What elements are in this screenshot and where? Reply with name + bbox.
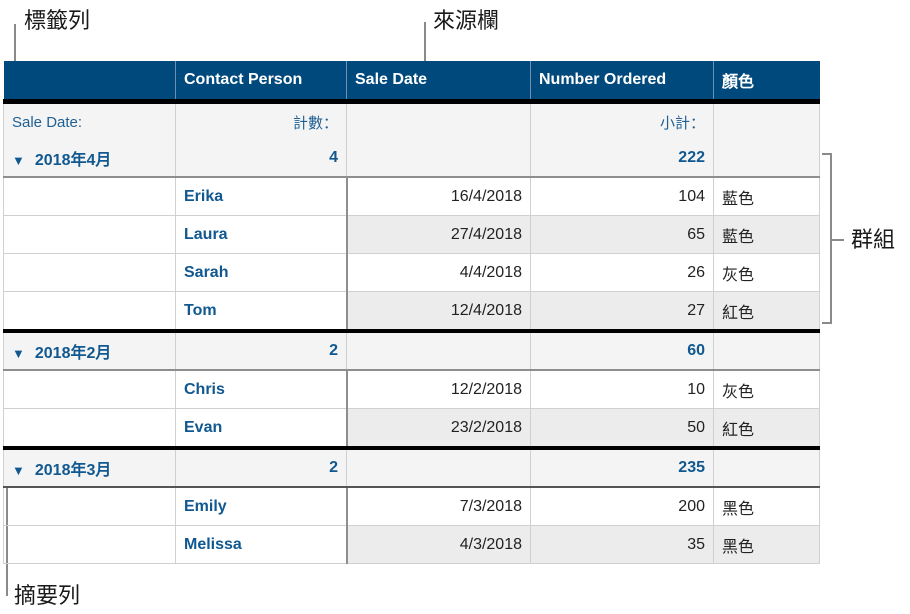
- summary-empty[interactable]: [346, 446, 531, 488]
- color-cell[interactable]: 灰色: [713, 253, 820, 292]
- number-ordered-cell[interactable]: 104: [530, 176, 714, 216]
- group-cell-empty[interactable]: [3, 253, 176, 292]
- table-row: Chris 12/2/2018 10 灰色: [3, 369, 820, 409]
- contact-person-cell[interactable]: Erika: [175, 176, 347, 216]
- group-subtotal[interactable]: 222: [530, 140, 714, 178]
- header-row: Contact Person Sale Date Number Ordered …: [3, 61, 820, 104]
- color-cell[interactable]: 黑色: [713, 486, 820, 526]
- label-group[interactable]: Sale Date:: [3, 101, 176, 140]
- disclosure-triangle-icon[interactable]: ▼: [12, 153, 25, 168]
- group-name: 2018年4月: [34, 152, 112, 169]
- group-bracket-bottom: [822, 322, 832, 324]
- color-cell[interactable]: 紅色: [713, 291, 820, 332]
- callout-summary-row: 摘要列: [14, 583, 81, 608]
- group-bracket-top: [822, 153, 832, 155]
- sale-date-cell[interactable]: 27/4/2018: [345, 215, 531, 254]
- label-empty[interactable]: [346, 101, 531, 140]
- summary-empty[interactable]: [346, 140, 531, 178]
- pivot-table: Contact Person Sale Date Number Ordered …: [3, 61, 820, 564]
- summary-row: ▼ 2018年2月 2 60: [3, 329, 820, 371]
- number-ordered-cell[interactable]: 35: [530, 525, 714, 564]
- sale-date-cell[interactable]: 16/4/2018: [345, 176, 531, 216]
- number-ordered-cell[interactable]: 26: [530, 253, 714, 292]
- contact-person-cell[interactable]: Chris: [175, 369, 347, 409]
- group-cell-empty[interactable]: [3, 486, 176, 526]
- contact-person-cell[interactable]: Sarah: [175, 253, 347, 292]
- number-ordered-cell[interactable]: 65: [530, 215, 714, 254]
- table-row: Sarah 4/4/2018 26 灰色: [3, 253, 820, 292]
- color-cell[interactable]: 藍色: [713, 215, 820, 254]
- group-cell-empty[interactable]: [3, 525, 176, 564]
- color-cell[interactable]: 黑色: [713, 525, 820, 564]
- contact-person-cell[interactable]: Tom: [175, 291, 347, 332]
- table-row: Melissa 4/3/2018 35 黑色: [3, 525, 820, 564]
- group-bracket-tick: [832, 239, 844, 241]
- table-row: Tom 12/4/2018 27 紅色: [3, 291, 820, 332]
- header-sale-date[interactable]: Sale Date: [346, 61, 531, 104]
- group-cell-empty[interactable]: [3, 408, 176, 449]
- sale-date-cell[interactable]: 4/3/2018: [345, 525, 531, 564]
- label-count[interactable]: 計數：: [175, 101, 347, 140]
- callout-source-column: 來源欄: [433, 8, 500, 33]
- group-name-cell[interactable]: ▼ 2018年2月: [3, 329, 176, 371]
- callout-source-column-line: [424, 22, 426, 62]
- header-number-ordered[interactable]: Number Ordered: [530, 61, 714, 104]
- number-ordered-cell[interactable]: 27: [530, 291, 714, 332]
- sale-date-cell[interactable]: 12/2/2018: [345, 369, 531, 409]
- header-contact-person[interactable]: Contact Person: [175, 61, 347, 104]
- group-subtotal[interactable]: 235: [530, 446, 714, 488]
- callout-group: 群組: [851, 227, 896, 252]
- group-count[interactable]: 4: [175, 140, 347, 178]
- label-empty[interactable]: [713, 101, 820, 140]
- number-ordered-cell[interactable]: 200: [530, 486, 714, 526]
- disclosure-triangle-icon[interactable]: ▼: [12, 346, 25, 361]
- table-row: Emily 7/3/2018 200 黑色: [3, 486, 820, 526]
- callout-label-row: 標籤列: [24, 8, 91, 33]
- table-row: Evan 23/2/2018 50 紅色: [3, 408, 820, 449]
- sale-date-cell[interactable]: 4/4/2018: [345, 253, 531, 292]
- summary-empty[interactable]: [713, 329, 820, 371]
- group-name-cell[interactable]: ▼ 2018年4月: [3, 140, 176, 178]
- group-name: 2018年3月: [34, 462, 112, 479]
- sale-date-cell[interactable]: 23/2/2018: [345, 408, 531, 449]
- header-color[interactable]: 顏色: [713, 61, 820, 104]
- sale-date-cell[interactable]: 12/4/2018: [345, 291, 531, 332]
- group-name: 2018年2月: [34, 345, 112, 362]
- summary-row: ▼ 2018年3月 2 235: [3, 446, 820, 488]
- label-row: Sale Date: 計數： 小計：: [3, 101, 820, 140]
- group-count[interactable]: 2: [175, 446, 347, 488]
- table-row: Laura 27/4/2018 65 藍色: [3, 215, 820, 254]
- summary-empty[interactable]: [713, 446, 820, 488]
- contact-person-cell[interactable]: Melissa: [175, 525, 347, 564]
- group-cell-empty[interactable]: [3, 215, 176, 254]
- group-cell-empty[interactable]: [3, 291, 176, 332]
- sale-date-cell[interactable]: 7/3/2018: [345, 486, 531, 526]
- summary-row: ▼ 2018年4月 4 222: [3, 140, 820, 178]
- summary-empty[interactable]: [713, 140, 820, 178]
- header-group-column[interactable]: [3, 61, 176, 104]
- group-count[interactable]: 2: [175, 329, 347, 371]
- color-cell[interactable]: 灰色: [713, 369, 820, 409]
- group-name-cell[interactable]: ▼ 2018年3月: [3, 446, 176, 488]
- disclosure-triangle-icon[interactable]: ▼: [12, 463, 25, 478]
- table-row: Erika 16/4/2018 104 藍色: [3, 176, 820, 216]
- contact-person-cell[interactable]: Laura: [175, 215, 347, 254]
- color-cell[interactable]: 紅色: [713, 408, 820, 449]
- number-ordered-cell[interactable]: 50: [530, 408, 714, 449]
- contact-person-cell[interactable]: Emily: [175, 486, 347, 526]
- group-subtotal[interactable]: 60: [530, 329, 714, 371]
- color-cell[interactable]: 藍色: [713, 176, 820, 216]
- summary-empty[interactable]: [346, 329, 531, 371]
- label-subtotal[interactable]: 小計：: [530, 101, 714, 140]
- number-ordered-cell[interactable]: 10: [530, 369, 714, 409]
- contact-person-cell[interactable]: Evan: [175, 408, 347, 449]
- group-cell-empty[interactable]: [3, 176, 176, 216]
- group-cell-empty[interactable]: [3, 369, 176, 409]
